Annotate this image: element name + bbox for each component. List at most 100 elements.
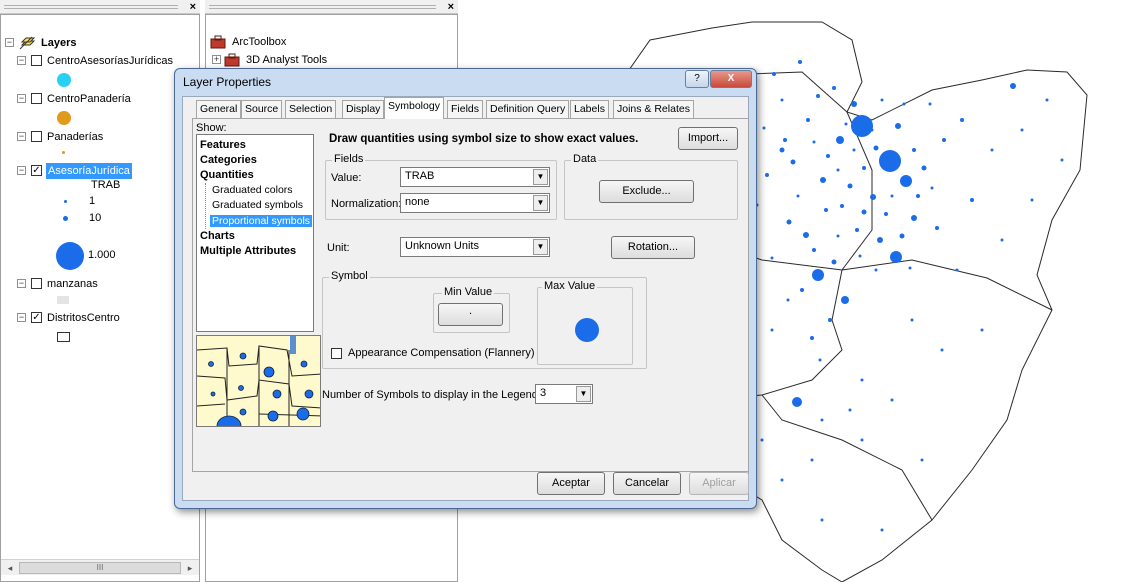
toolbox-grip[interactable] bbox=[209, 5, 436, 9]
table-of-contents: − Layers − CentroAsesoríasJurídicas − Ce… bbox=[0, 14, 200, 582]
map-point bbox=[792, 397, 802, 407]
toc-horizontal-scrollbar[interactable]: ◂ III ▸ bbox=[1, 559, 199, 575]
map-point bbox=[824, 208, 828, 212]
renderer-tree[interactable]: Features Categories Quantities Graduated… bbox=[196, 134, 314, 332]
preview-map-icon bbox=[197, 336, 320, 426]
legend-symbol-medium bbox=[63, 216, 68, 221]
expand-icon[interactable]: + bbox=[212, 55, 221, 64]
map-point bbox=[812, 269, 824, 281]
tab-definition-query[interactable]: Definition Query bbox=[486, 100, 570, 118]
dropdown-arrow-icon[interactable]: ▼ bbox=[533, 239, 548, 255]
map-point bbox=[916, 194, 920, 198]
layer-visibility-checkbox[interactable]: ✓ bbox=[31, 165, 42, 176]
renderer-charts[interactable]: Charts bbox=[200, 230, 235, 242]
rotation-button[interactable]: Rotation... bbox=[611, 236, 695, 259]
collapse-icon[interactable]: − bbox=[17, 313, 26, 322]
map-point bbox=[810, 336, 814, 340]
flannery-checkbox[interactable] bbox=[331, 348, 342, 359]
accept-button[interactable]: Aceptar bbox=[537, 472, 605, 495]
import-button[interactable]: Import... bbox=[678, 127, 738, 150]
map-point bbox=[779, 147, 785, 153]
map-point bbox=[765, 173, 769, 177]
toc-layer-manzanas[interactable]: − manzanas bbox=[1, 275, 199, 293]
scroll-right-icon[interactable]: ▸ bbox=[183, 562, 197, 574]
renderer-quantities[interactable]: Quantities bbox=[200, 169, 254, 181]
map-point bbox=[860, 378, 864, 382]
close-button[interactable]: X bbox=[710, 70, 752, 88]
scroll-left-icon[interactable]: ◂ bbox=[3, 562, 17, 574]
legend-label: 10 bbox=[89, 212, 102, 224]
toc-close-button[interactable]: × bbox=[190, 0, 196, 14]
collapse-icon[interactable]: − bbox=[17, 166, 26, 175]
map-point bbox=[879, 150, 901, 172]
toolbox-label: 3D Analyst Tools bbox=[246, 54, 328, 66]
collapse-icon[interactable]: − bbox=[5, 38, 14, 47]
collapse-icon[interactable]: − bbox=[17, 279, 26, 288]
tab-joins-relates[interactable]: Joins & Relates bbox=[613, 100, 694, 118]
map-point bbox=[798, 60, 802, 64]
map-point bbox=[836, 234, 840, 238]
renderer-categories[interactable]: Categories bbox=[200, 154, 257, 166]
help-button[interactable]: ? bbox=[685, 70, 709, 88]
normalization-dropdown[interactable]: none ▼ bbox=[400, 193, 550, 213]
district-line bbox=[761, 394, 933, 521]
toc-layer-asesoria-juridica[interactable]: − ✓ AsesoríaJurídica bbox=[1, 162, 199, 180]
layer-name: Panaderías bbox=[47, 131, 104, 143]
toc-layer-panaderias[interactable]: − Panaderías bbox=[1, 128, 199, 146]
renderer-graduated-symbols[interactable]: Graduated symbols bbox=[210, 199, 305, 211]
map-point bbox=[831, 259, 837, 265]
tab-selection[interactable]: Selection bbox=[285, 100, 337, 118]
collapse-icon[interactable]: − bbox=[17, 132, 26, 141]
dropdown-arrow-icon[interactable]: ▼ bbox=[576, 386, 591, 402]
tab-general[interactable]: General bbox=[196, 100, 242, 118]
cancel-button[interactable]: Cancelar bbox=[613, 472, 681, 495]
layer-visibility-checkbox[interactable] bbox=[31, 93, 42, 104]
min-value-symbol-button[interactable]: . bbox=[438, 303, 503, 326]
map-point bbox=[880, 528, 884, 532]
renderer-proportional-symbols[interactable]: Proportional symbols bbox=[210, 215, 313, 227]
toolbox-icon bbox=[224, 53, 240, 67]
toc-root-label: Layers bbox=[41, 37, 77, 49]
scroll-thumb[interactable]: III bbox=[19, 562, 181, 574]
layer-symbol bbox=[57, 296, 69, 304]
map-point bbox=[970, 198, 974, 202]
unit-dropdown[interactable]: Unknown Units ▼ bbox=[400, 237, 550, 257]
map-point bbox=[812, 140, 816, 144]
dropdown-arrow-icon[interactable]: ▼ bbox=[533, 195, 548, 211]
collapse-icon[interactable]: − bbox=[17, 94, 26, 103]
layer-visibility-checkbox[interactable] bbox=[31, 131, 42, 142]
layers-icon bbox=[19, 36, 36, 50]
renderer-multiple-attributes[interactable]: Multiple Attributes bbox=[200, 245, 296, 257]
map-point bbox=[861, 209, 867, 215]
renderer-preview-image bbox=[196, 335, 321, 427]
map-point bbox=[786, 219, 792, 225]
layer-visibility-checkbox[interactable] bbox=[31, 278, 42, 289]
toc-layer-distritos-centro[interactable]: − ✓ DistritosCentro bbox=[1, 309, 199, 327]
renderer-features[interactable]: Features bbox=[200, 139, 246, 151]
max-value-symbol-button[interactable] bbox=[575, 318, 599, 342]
toolbox-close-button[interactable]: × bbox=[448, 0, 454, 14]
apply-button: Aplicar bbox=[689, 472, 749, 495]
normalization-selected: none bbox=[405, 196, 430, 208]
value-field-dropdown[interactable]: TRAB ▼ bbox=[400, 167, 550, 187]
layer-visibility-checkbox[interactable]: ✓ bbox=[31, 312, 42, 323]
tab-labels[interactable]: Labels bbox=[570, 100, 609, 118]
map-point bbox=[820, 418, 824, 422]
tab-source[interactable]: Source bbox=[241, 100, 283, 118]
layer-visibility-checkbox[interactable] bbox=[31, 55, 42, 66]
toc-layer-centro-asesorias[interactable]: − CentroAsesoríasJurídicas bbox=[1, 52, 199, 70]
tab-display[interactable]: Display bbox=[342, 100, 385, 118]
toc-layer-centro-panaderia[interactable]: − CentroPanadería bbox=[1, 90, 199, 108]
map-point bbox=[930, 186, 934, 190]
collapse-icon[interactable]: − bbox=[17, 56, 26, 65]
toc-grip[interactable] bbox=[4, 5, 178, 9]
legend-count-dropdown[interactable]: 3 ▼ bbox=[535, 384, 593, 404]
tab-symbology[interactable]: Symbology bbox=[384, 97, 444, 119]
renderer-graduated-colors[interactable]: Graduated colors bbox=[210, 184, 295, 196]
dropdown-arrow-icon[interactable]: ▼ bbox=[533, 169, 548, 185]
map-point bbox=[780, 98, 784, 102]
tab-fields[interactable]: Fields bbox=[447, 100, 484, 118]
map-point bbox=[820, 177, 826, 183]
layer-symbol bbox=[57, 332, 70, 342]
exclude-button[interactable]: Exclude... bbox=[599, 180, 694, 203]
